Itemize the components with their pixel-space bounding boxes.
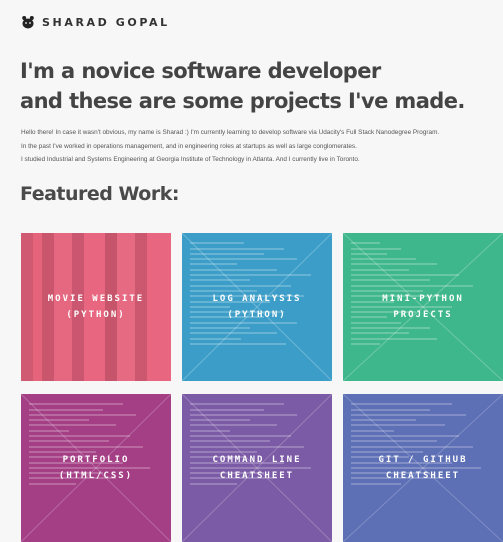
project-card-mini-python-projects[interactable]: MINI-PYTHON PROJECTS <box>343 233 503 381</box>
site-header: SHARAD GOPAL <box>21 12 170 32</box>
headline-line-2: and these are some projects I've made. <box>20 89 465 113</box>
project-card-title: MINI-PYTHON PROJECTS <box>382 294 464 320</box>
intro-paragraph: I studied Industrial and Systems Enginee… <box>21 156 360 163</box>
project-card-title: COMMAND LINE CHEATSHEET <box>212 455 302 481</box>
project-card-title: LOG ANALYSIS (PYTHON) <box>212 294 302 320</box>
project-card-command-line-cheatsheet[interactable]: COMMAND LINE CHEATSHEET <box>182 394 332 542</box>
headline-line-1: I'm a novice software developer <box>20 59 381 83</box>
project-card-log-analysis[interactable]: LOG ANALYSIS (PYTHON) <box>182 233 332 381</box>
intro-paragraph: In the past I've worked in operations ma… <box>21 142 357 150</box>
intro-paragraph: Hello there! In case it wasn't obvious, … <box>21 129 440 136</box>
project-grid: MOVIE WEBSITE (PYTHON) LOG ANALYSIS (PYT… <box>21 233 503 542</box>
project-card-title: MOVIE WEBSITE (PYTHON) <box>47 294 145 320</box>
project-card-title: GIT / GITHUB CHEATSHEET <box>378 455 468 481</box>
project-card-movie-website[interactable]: MOVIE WEBSITE (PYTHON) <box>21 233 171 381</box>
project-card-portfolio[interactable]: PORTFOLIO (HTML/CSS) <box>21 394 171 542</box>
intro-text: Hello there! In case it wasn't obvious, … <box>21 126 496 167</box>
featured-work-heading: Featured Work: <box>20 183 179 205</box>
bear-silhouette-icon[interactable] <box>21 15 35 29</box>
project-card-title: PORTFOLIO (HTML/CSS) <box>58 455 134 481</box>
page-headline: I'm a novice software developer and thes… <box>20 56 490 116</box>
brand-name[interactable]: SHARAD GOPAL <box>42 16 170 29</box>
project-card-git-github-cheatsheet[interactable]: GIT / GITHUB CHEATSHEET <box>343 394 503 542</box>
